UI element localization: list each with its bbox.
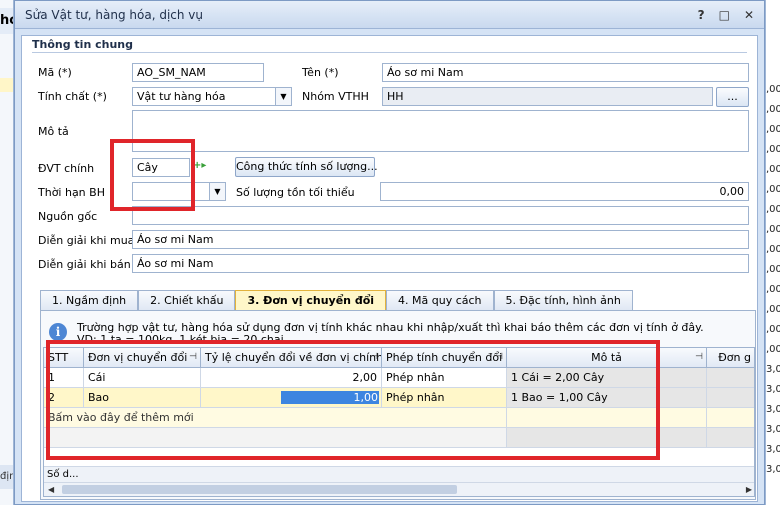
background-footer-fragment: địn	[0, 465, 13, 489]
tab-attributes-images[interactable]: 5. Đặc tính, hình ảnh	[493, 290, 633, 310]
nature-value: Vật tư hàng hóa	[137, 90, 226, 103]
background-value: 3,00	[766, 404, 780, 415]
info-text: Trường hợp vật tư, hàng hóa sử dụng đơn …	[77, 321, 704, 334]
background-left-strip: hó địn	[0, 0, 14, 505]
scrollbar-thumb[interactable]	[62, 485, 457, 494]
warranty-label: Thời hạn BH	[38, 186, 105, 199]
background-value: 3,00	[766, 364, 780, 375]
group-divider	[32, 52, 747, 53]
pin-icon[interactable]: ⊣	[695, 348, 703, 367]
horizontal-scrollbar[interactable]: ◀ ▶	[44, 482, 754, 496]
quantity-formula-button[interactable]: Công thức tính số lượng...	[235, 157, 378, 177]
background-value: ,00	[766, 164, 780, 175]
name-label: Tên (*)	[302, 66, 339, 79]
background-value: ,00	[766, 284, 780, 295]
purchase-desc-label: Diễn giải khi mua	[38, 234, 135, 247]
background-value: ,00	[766, 104, 780, 115]
background-value: ,00	[766, 304, 780, 315]
col-price[interactable]: Đơn g	[707, 348, 754, 368]
min-stock-label: Số lượng tồn tối thiểu	[236, 186, 355, 199]
background-value: ,00	[766, 144, 780, 155]
grid-footer: Số d...	[44, 466, 754, 482]
background-value: ,00	[766, 324, 780, 335]
description-field[interactable]	[132, 110, 749, 152]
background-right-strip: ,00 ,00 ,00 ,00 ,00 ,00 ,00 ,00 ,00 ,00 ,00 ,00 ,00,…	[765, 0, 780, 505]
background-header-fragment: hó	[0, 8, 13, 34]
grid-annotation-box	[46, 340, 660, 460]
tab-strip: 1. Ngầm định 2. Chiết khấu 3. Đơn vị chu…	[40, 290, 633, 311]
unit-label: ĐVT chính	[38, 162, 95, 175]
background-value: ,00	[766, 264, 780, 275]
min-stock-field[interactable]: 0,00	[380, 182, 749, 201]
description-label: Mô tả	[38, 125, 69, 138]
code-field[interactable]: AO_SM_NAM	[132, 63, 264, 82]
background-value: ,00	[766, 224, 780, 235]
help-button[interactable]: ?	[698, 8, 705, 22]
sale-desc-field[interactable]: Áo sơ mi Nam	[132, 254, 749, 273]
background-value: ,00	[766, 344, 780, 355]
close-button[interactable]: ✕	[744, 8, 754, 22]
info-icon: i	[49, 323, 67, 341]
tab-spec-code[interactable]: 4. Mã quy cách	[386, 290, 494, 310]
group-browse-button[interactable]: ...	[716, 87, 749, 107]
dialog-title: Sửa Vật tư, hàng hóa, dịch vụ	[25, 7, 204, 22]
scroll-right-icon[interactable]: ▶	[746, 483, 752, 496]
pin-icon[interactable]: +▸	[193, 160, 206, 171]
general-group-title: Thông tin chung	[32, 38, 134, 51]
maximize-button[interactable]: □	[719, 8, 730, 22]
name-field[interactable]: Áo sơ mi Nam	[382, 63, 749, 82]
background-value: 3,00	[766, 444, 780, 455]
chevron-down-icon[interactable]: ▼	[275, 88, 291, 105]
origin-label: Nguồn gốc	[38, 210, 98, 223]
origin-field[interactable]	[132, 206, 749, 225]
background-value: ,00	[766, 184, 780, 195]
background-value: ,00	[766, 84, 780, 95]
nature-select[interactable]: Vật tư hàng hóa ▼	[132, 87, 292, 106]
group-label: Nhóm VTHH	[302, 90, 369, 103]
background-value: ,00	[766, 244, 780, 255]
background-value: ,00	[766, 204, 780, 215]
dialog-titlebar[interactable]: Sửa Vật tư, hàng hóa, dịch vụ ? □ ✕	[15, 1, 764, 29]
background-highlight-row	[0, 78, 13, 92]
purchase-desc-field[interactable]: Áo sơ mi Nam	[132, 230, 749, 249]
footer-label: Số d...	[47, 469, 79, 480]
scroll-left-icon[interactable]: ◀	[48, 483, 54, 496]
chevron-down-icon[interactable]: ▼	[209, 183, 225, 200]
background-value: 3,00	[766, 424, 780, 435]
nature-label: Tính chất (*)	[38, 90, 107, 103]
background-value: 3,00	[766, 464, 780, 475]
tab-discount[interactable]: 2. Chiết khấu	[138, 290, 236, 310]
tab-default[interactable]: 1. Ngầm định	[40, 290, 139, 310]
unit-annotation-box	[110, 139, 195, 211]
tab-unit-conversion[interactable]: 3. Đơn vị chuyển đổi	[235, 290, 387, 311]
group-field[interactable]: HH	[382, 87, 713, 106]
code-label: Mã (*)	[38, 66, 72, 79]
background-value: ,00	[766, 124, 780, 135]
background-value: 3,00	[766, 384, 780, 395]
sale-desc-label: Diễn giải khi bán	[38, 258, 131, 271]
